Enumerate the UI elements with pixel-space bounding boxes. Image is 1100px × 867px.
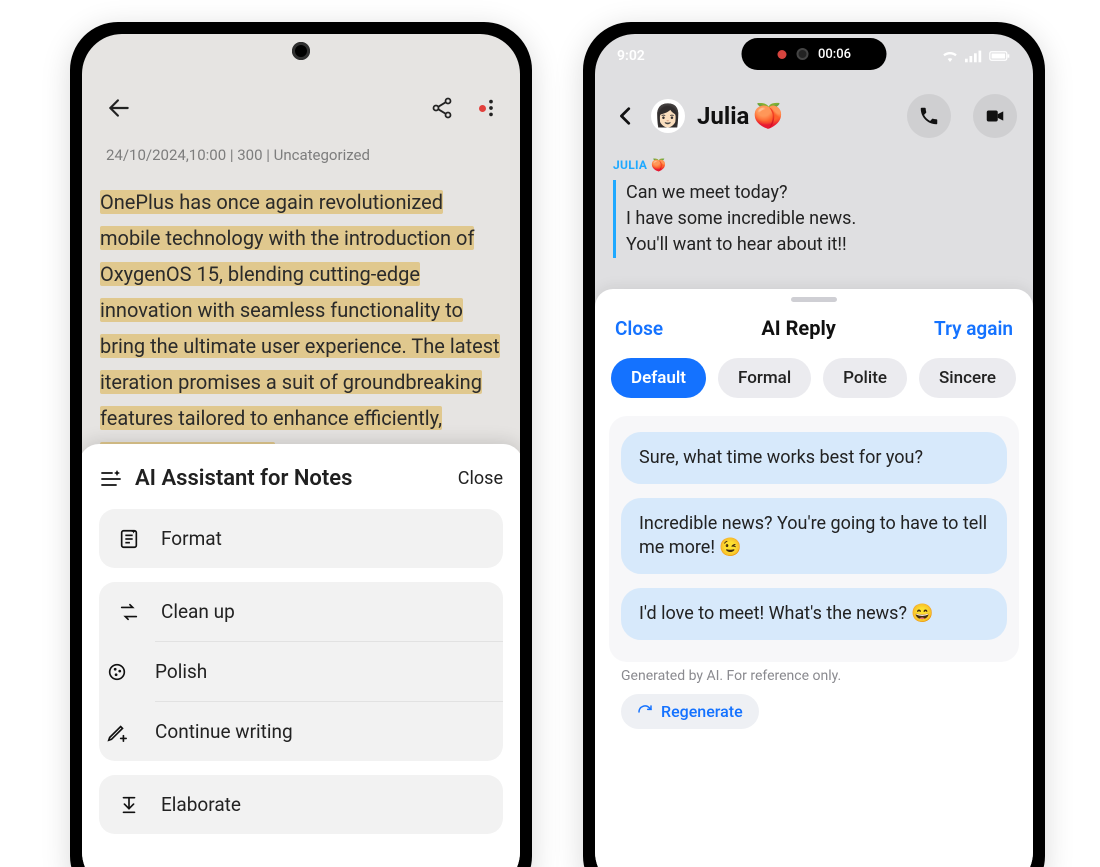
back-button[interactable] — [106, 80, 132, 136]
note-highlighted-text: OnePlus has once again revolutionized mo… — [100, 190, 500, 466]
signal-icon — [965, 49, 983, 63]
phone-icon — [918, 105, 940, 127]
option-label: Continue writing — [155, 720, 293, 743]
side-button — [1041, 218, 1045, 308]
reply-close-button[interactable]: Close — [615, 317, 663, 340]
note-nav-bar — [82, 80, 520, 136]
suggestion-2[interactable]: Incredible news? You're going to have to… — [621, 498, 1007, 574]
status-time: 9:02 — [617, 48, 645, 64]
refresh-icon — [637, 704, 653, 720]
regenerate-button[interactable]: Regenerate — [621, 694, 759, 729]
share-icon — [430, 96, 454, 120]
elaborate-icon — [118, 794, 140, 816]
sheet-grabber[interactable] — [791, 297, 837, 302]
suggestion-1[interactable]: Sure, what time works best for you? — [621, 432, 1007, 484]
option-polish[interactable]: Polish — [155, 641, 503, 701]
option-card-format: Format — [99, 509, 503, 568]
side-button — [70, 283, 74, 373]
chat-back-button[interactable] — [615, 105, 637, 127]
dynamic-island: 00:06 — [742, 38, 887, 70]
chip-sincere[interactable]: Sincere — [919, 358, 1016, 398]
voice-call-button[interactable] — [907, 94, 951, 138]
option-label: Elaborate — [161, 793, 241, 816]
option-continue-writing[interactable]: Continue writing — [155, 701, 503, 761]
camera-lens-icon — [796, 48, 808, 60]
option-card-elaborate: Elaborate — [99, 775, 503, 834]
option-label: Clean up — [161, 600, 235, 623]
phone-left: 24/10/2024,10:00 | 300 | Uncategorized O… — [70, 22, 532, 867]
polish-icon — [106, 661, 128, 683]
sender-label: JULIA 🍑 — [613, 152, 1015, 178]
contact-name-emoji: 🍑 — [753, 102, 783, 130]
chip-polite[interactable]: Polite — [823, 358, 907, 398]
chevron-left-icon — [615, 105, 637, 127]
cleanup-icon — [118, 601, 140, 623]
message-text[interactable]: Can we meet today? I have some incredibl… — [613, 180, 1015, 258]
note-meta: 24/10/2024,10:00 | 300 | Uncategorized — [106, 146, 370, 164]
camera-hole — [292, 42, 310, 60]
reply-try-again-button[interactable]: Try again — [934, 317, 1013, 340]
side-button — [583, 188, 587, 243]
share-button[interactable] — [430, 96, 454, 120]
side-button — [70, 218, 74, 273]
regenerate-label: Regenerate — [661, 702, 743, 721]
option-label: Polish — [155, 660, 207, 683]
battery-icon — [989, 50, 1011, 62]
option-clean-up[interactable]: Clean up — [99, 582, 503, 641]
contact-avatar[interactable]: 👩🏻 — [651, 99, 685, 133]
video-call-button[interactable] — [973, 94, 1017, 138]
option-label: Format — [161, 527, 222, 550]
chip-formal[interactable]: Formal — [718, 358, 811, 398]
notification-dot — [479, 105, 486, 112]
sheet-title-text: AI Assistant for Notes — [135, 466, 352, 491]
option-elaborate[interactable]: Elaborate — [99, 775, 503, 834]
option-card-edit: Clean up Polish Continue writing — [99, 582, 503, 761]
side-button — [528, 348, 532, 468]
side-button — [583, 253, 587, 308]
tone-chip-row: Default Formal Polite Sincere — [595, 352, 1033, 412]
contact-name-text: Julia — [697, 102, 749, 130]
ai-disclaimer: Generated by AI. For reference only. — [621, 668, 1007, 684]
back-arrow-icon — [106, 95, 132, 121]
recording-dot-icon — [777, 50, 786, 59]
assistant-icon — [99, 467, 123, 491]
video-icon — [984, 105, 1006, 127]
suggestion-3[interactable]: I'd love to meet! What's the news? 😄 — [621, 588, 1007, 640]
ai-assistant-sheet: AI Assistant for Notes Close Format Clea… — [82, 444, 520, 867]
ai-reply-sheet: Close AI Reply Try again Default Formal … — [595, 289, 1033, 867]
record-timer: 00:06 — [818, 47, 851, 62]
continue-icon — [106, 721, 128, 743]
incoming-message: JULIA 🍑 Can we meet today? I have some i… — [613, 152, 1015, 258]
chat-header: 👩🏻 Julia 🍑 — [595, 84, 1033, 148]
chip-default[interactable]: Default — [611, 358, 706, 398]
contact-name[interactable]: Julia 🍑 — [697, 102, 885, 130]
overflow-menu-button[interactable] — [480, 97, 502, 119]
reply-sheet-title: AI Reply — [761, 316, 835, 340]
sheet-title: AI Assistant for Notes — [99, 466, 352, 491]
format-icon — [118, 528, 140, 550]
sheet-close-button[interactable]: Close — [458, 468, 503, 489]
phone-right: 00:06 9:02 👩🏻 Julia 🍑 — [583, 22, 1045, 867]
option-format[interactable]: Format — [99, 509, 503, 568]
wifi-icon — [941, 49, 959, 63]
suggestions-panel: Sure, what time works best for you? Incr… — [609, 416, 1019, 662]
side-button — [583, 148, 587, 178]
